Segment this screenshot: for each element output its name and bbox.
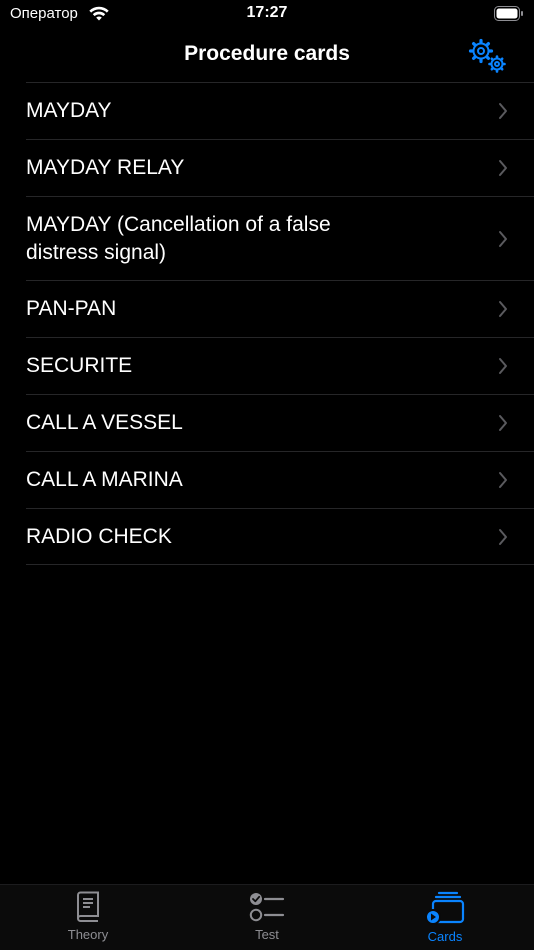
tab-cards[interactable]: Cards [385,891,505,949]
list-item-pan-pan[interactable]: PAN-PAN [26,280,534,337]
chevron-right-icon [499,301,507,317]
chevron-right-icon [499,230,507,247]
page-title: Procedure cards [184,42,350,65]
list-item-label: CALL A VESSEL [26,411,183,434]
status-bar: Оператор 17:27 [0,0,534,30]
tab-theory[interactable]: Theory [28,891,148,949]
book-icon [77,891,99,922]
chevron-right-icon [499,415,507,431]
battery-icon [494,6,523,21]
chevron-right-icon [499,103,507,119]
list-item-label: MAYDAY (Cancellation of a false distress… [26,212,331,264]
procedure-list: MAYDAY MAYDAY RELAY MAYDAY (Cancellation… [26,82,534,565]
list-item-radio-check[interactable]: RADIO CHECK [26,508,534,565]
list-item-label: CALL A MARINA [26,468,183,491]
tab-bar: Theory Test Cards [0,884,534,950]
list-item-label: MAYDAY [26,99,112,122]
cards-stack-icon [425,891,465,925]
chevron-right-icon [499,358,507,374]
list-item-label: RADIO CHECK [26,524,172,548]
tab-label: Cards [427,929,463,944]
list-item-call-vessel[interactable]: CALL A VESSEL [26,394,534,451]
tab-label: Test [255,927,279,942]
tab-label: Theory [67,927,109,942]
list-item-mayday-cancellation[interactable]: MAYDAY (Cancellation of a false distress… [26,196,534,280]
chevron-right-icon [499,160,507,176]
screen: Оператор 17:27 Procedure cards MAYDAY MA… [0,0,534,950]
chevron-right-icon [499,528,507,545]
list-item-call-marina[interactable]: CALL A MARINA [26,451,534,508]
settings-button[interactable] [468,38,508,74]
list-item-mayday[interactable]: MAYDAY [26,82,534,139]
chevron-right-icon [499,472,507,488]
list-item-label: MAYDAY RELAY [26,156,185,179]
list-item-securite[interactable]: SECURITE [26,337,534,394]
gears-icon [468,38,506,73]
nav-bar: Procedure cards [0,30,534,82]
checklist-icon [249,893,285,922]
tab-test[interactable]: Test [207,891,327,949]
clock: 17:27 [246,4,288,21]
list-item-label: PAN-PAN [26,297,117,320]
list-item-label: SECURITE [26,354,133,377]
list-item-mayday-relay[interactable]: MAYDAY RELAY [26,139,534,196]
